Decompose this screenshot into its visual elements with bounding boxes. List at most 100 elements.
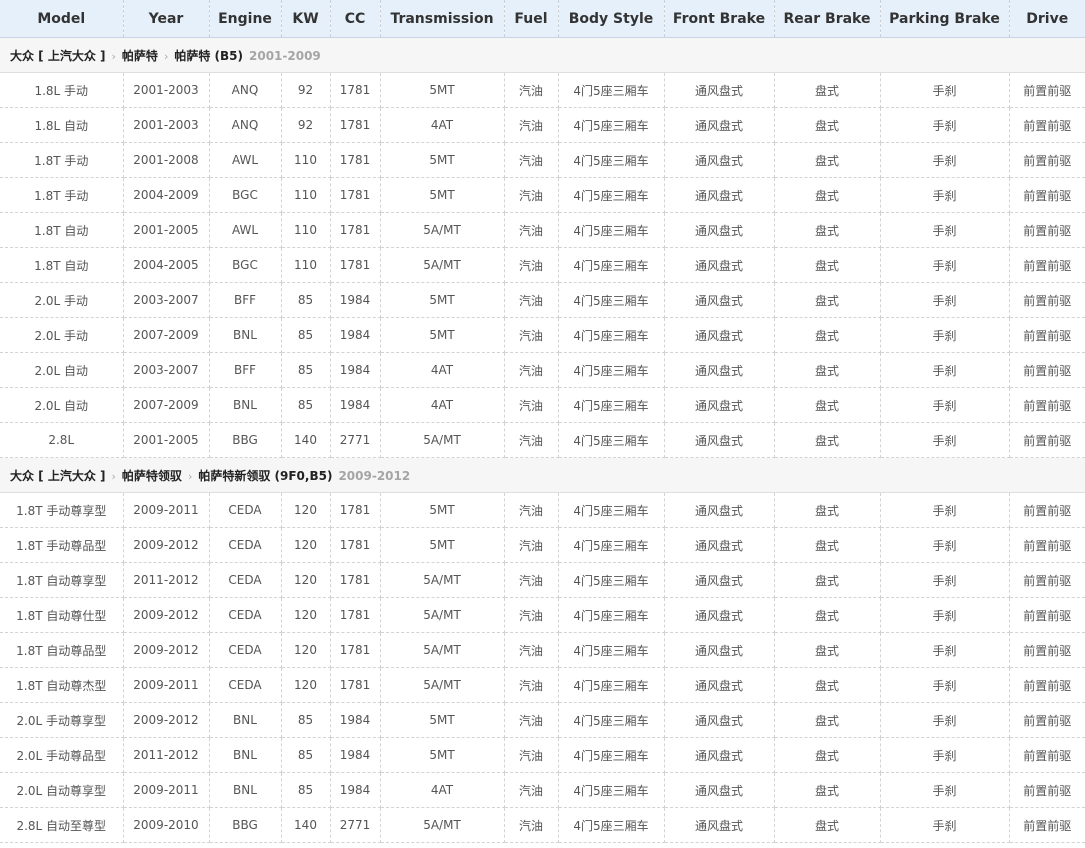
cell-year: 2004-2009 (123, 177, 210, 213)
vehicle-spec-table: Model Year Engine KW CC Transmission Fuel Body … (0, 0, 1085, 843)
cell-transmission: 4AT (380, 352, 505, 388)
column-header-parking-brake[interactable]: Parking Brake (880, 0, 1010, 38)
cell-kw: 120 (281, 527, 331, 563)
table-row[interactable]: 2.0L 手动尊享型 2009-2012 BNL 85 1984 5MT 汽油 4门5座三厢车… (0, 702, 1085, 738)
cell-drive: 前置前驱 (1009, 142, 1085, 178)
table-row[interactable]: 1.8L 手动 2001-2003 ANQ 92 1781 5MT 汽油 4门5座三厢车 通风盘… (0, 72, 1085, 108)
table-row[interactable]: 1.8T 自动尊杰型 2009-2011 CEDA 120 1781 5A/MT 汽油 4门5… (0, 667, 1085, 703)
cell-engine: BNL (209, 387, 282, 423)
cell-front-brake: 通风盘式 (664, 737, 775, 773)
table-row[interactable]: 1.8T 手动尊品型 2009-2012 CEDA 120 1781 5MT 汽油 4门5座三… (0, 527, 1085, 563)
column-header-cc[interactable]: CC (330, 0, 381, 38)
cell-body-style: 4门5座三厢车 (558, 177, 665, 213)
cell-fuel: 汽油 (504, 632, 559, 668)
column-header-drive[interactable]: Drive (1009, 0, 1085, 38)
cell-parking-brake: 手刹 (880, 72, 1010, 108)
breadcrumb-model[interactable]: 帕萨特新领驭 (9F0,B5) (198, 469, 332, 483)
cell-drive: 前置前驱 (1009, 352, 1085, 388)
cell-model: 1.8T 手动尊品型 (0, 527, 124, 563)
cell-engine: BGC (209, 247, 282, 283)
cell-parking-brake: 手刹 (880, 107, 1010, 143)
table-row[interactable]: 2.0L 手动 2003-2007 BFF 85 1984 5MT 汽油 4门5座三厢车 通风盘… (0, 282, 1085, 318)
cell-model: 1.8L 手动 (0, 72, 124, 108)
cell-transmission: 5MT (380, 142, 505, 178)
cell-transmission: 5MT (380, 177, 505, 213)
breadcrumb-series[interactable]: 帕萨特领驭 (122, 469, 182, 483)
cell-fuel: 汽油 (504, 597, 559, 633)
cell-model: 2.8L (0, 422, 124, 458)
cell-body-style: 4门5座三厢车 (558, 247, 665, 283)
cell-kw: 110 (281, 247, 331, 283)
cell-fuel: 汽油 (504, 317, 559, 353)
cell-parking-brake: 手刹 (880, 667, 1010, 703)
cell-cc: 1781 (330, 247, 381, 283)
cell-front-brake: 通风盘式 (664, 142, 775, 178)
table-row[interactable]: 2.8L 自动至尊型 2009-2010 BBG 140 2771 5A/MT 汽油 4门5座… (0, 807, 1085, 843)
cell-year: 2009-2012 (123, 527, 210, 563)
breadcrumb-brand[interactable]: 大众 [ 上汽大众 ] (10, 469, 106, 483)
breadcrumb-series[interactable]: 帕萨特 (122, 49, 158, 63)
cell-kw: 85 (281, 387, 331, 423)
breadcrumb-brand[interactable]: 大众 [ 上汽大众 ] (10, 49, 106, 63)
table-row[interactable]: 1.8T 自动尊仕型 2009-2012 CEDA 120 1781 5A/MT 汽油 4门5… (0, 597, 1085, 633)
header-row: Model Year Engine KW CC Transmission Fuel Body … (0, 0, 1085, 38)
cell-body-style: 4门5座三厢车 (558, 562, 665, 598)
cell-engine: BNL (209, 317, 282, 353)
cell-fuel: 汽油 (504, 72, 559, 108)
table-row[interactable]: 1.8T 自动尊享型 2011-2012 CEDA 120 1781 5A/MT 汽油 4门5… (0, 562, 1085, 598)
cell-rear-brake: 盘式 (774, 352, 881, 388)
table-row[interactable]: 2.0L 自动尊享型 2009-2011 BNL 85 1984 4AT 汽油 4门5座三厢车… (0, 772, 1085, 808)
cell-year: 2009-2011 (123, 772, 210, 808)
cell-year: 2001-2003 (123, 72, 210, 108)
table-row[interactable]: 2.0L 自动 2007-2009 BNL 85 1984 4AT 汽油 4门5座三厢车 通风盘… (0, 387, 1085, 423)
cell-year: 2011-2012 (123, 562, 210, 598)
cell-kw: 120 (281, 597, 331, 633)
cell-body-style: 4门5座三厢车 (558, 387, 665, 423)
column-header-kw[interactable]: KW (281, 0, 331, 38)
cell-transmission: 5A/MT (380, 667, 505, 703)
column-header-fuel[interactable]: Fuel (504, 0, 559, 38)
cell-cc: 2771 (330, 807, 381, 843)
column-header-body-style[interactable]: Body Style (558, 0, 665, 38)
cell-model: 1.8T 自动 (0, 212, 124, 248)
cell-model: 1.8T 手动 (0, 177, 124, 213)
table-row[interactable]: 2.0L 手动尊品型 2011-2012 BNL 85 1984 5MT 汽油 4门5座三厢车… (0, 737, 1085, 773)
column-header-transmission[interactable]: Transmission (380, 0, 505, 38)
breadcrumb-years: 2009-2012 (338, 468, 411, 483)
table-row[interactable]: 1.8T 手动尊享型 2009-2011 CEDA 120 1781 5MT 汽油 4门5座三… (0, 492, 1085, 528)
table-row[interactable]: 1.8T 自动 2004-2005 BGC 110 1781 5A/MT 汽油 4门5座三厢车… (0, 247, 1085, 283)
cell-body-style: 4门5座三厢车 (558, 807, 665, 843)
table-row[interactable]: 2.0L 手动 2007-2009 BNL 85 1984 5MT 汽油 4门5座三厢车 通风盘… (0, 317, 1085, 353)
column-header-model[interactable]: Model (0, 0, 124, 38)
cell-kw: 85 (281, 772, 331, 808)
cell-rear-brake: 盘式 (774, 107, 881, 143)
cell-year: 2001-2008 (123, 142, 210, 178)
cell-rear-brake: 盘式 (774, 177, 881, 213)
table-row[interactable]: 1.8T 手动 2004-2009 BGC 110 1781 5MT 汽油 4门5座三厢车 通风… (0, 177, 1085, 213)
cell-rear-brake: 盘式 (774, 387, 881, 423)
cell-body-style: 4门5座三厢车 (558, 317, 665, 353)
column-header-year[interactable]: Year (123, 0, 210, 38)
cell-kw: 92 (281, 107, 331, 143)
column-header-front-brake[interactable]: Front Brake (664, 0, 775, 38)
cell-engine: CEDA (209, 667, 282, 703)
cell-drive: 前置前驱 (1009, 562, 1085, 598)
cell-parking-brake: 手刹 (880, 317, 1010, 353)
table-row[interactable]: 1.8T 自动 2001-2005 AWL 110 1781 5A/MT 汽油 4门5座三厢车… (0, 212, 1085, 248)
column-header-rear-brake[interactable]: Rear Brake (774, 0, 881, 38)
cell-kw: 85 (281, 702, 331, 738)
cell-model: 1.8L 自动 (0, 107, 124, 143)
cell-model: 2.0L 手动 (0, 317, 124, 353)
breadcrumb-model[interactable]: 帕萨特 (B5) (174, 49, 243, 63)
cell-year: 2001-2005 (123, 422, 210, 458)
cell-front-brake: 通风盘式 (664, 177, 775, 213)
table-row[interactable]: 2.8L 2001-2005 BBG 140 2771 5A/MT 汽油 4门5座三厢车 通风盘… (0, 422, 1085, 458)
cell-parking-brake: 手刹 (880, 387, 1010, 423)
table-row[interactable]: 2.0L 自动 2003-2007 BFF 85 1984 4AT 汽油 4门5座三厢车 通风盘… (0, 352, 1085, 388)
table-row[interactable]: 1.8T 手动 2001-2008 AWL 110 1781 5MT 汽油 4门5座三厢车 通风… (0, 142, 1085, 178)
cell-rear-brake: 盘式 (774, 667, 881, 703)
table-row[interactable]: 1.8T 自动尊品型 2009-2012 CEDA 120 1781 5A/MT 汽油 4门5… (0, 632, 1085, 668)
cell-parking-brake: 手刹 (880, 492, 1010, 528)
table-row[interactable]: 1.8L 自动 2001-2003 ANQ 92 1781 4AT 汽油 4门5座三厢车 通风盘… (0, 107, 1085, 143)
column-header-engine[interactable]: Engine (209, 0, 282, 38)
